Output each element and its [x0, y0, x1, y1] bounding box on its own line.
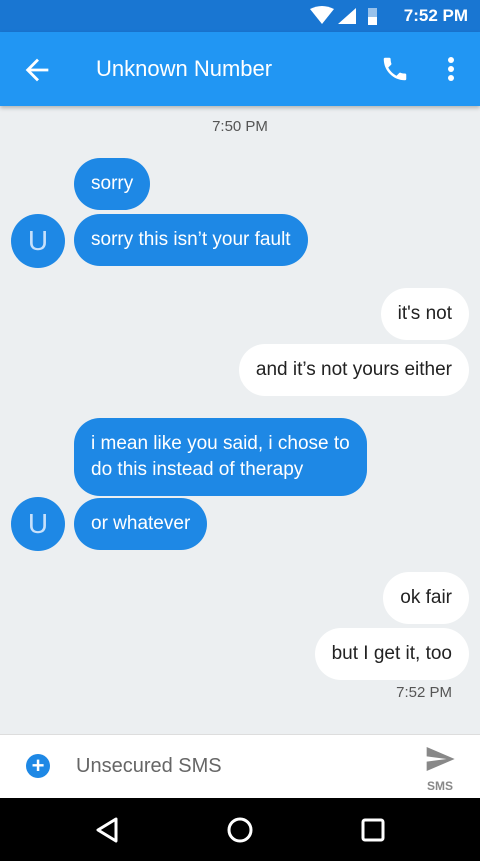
wifi-icon: [310, 6, 334, 24]
message-incoming[interactable]: or whatever: [74, 498, 208, 550]
nav-recents-button[interactable]: [355, 812, 391, 848]
status-time: 7:52 PM: [403, 6, 468, 25]
send-button[interactable]: SMS: [414, 741, 466, 795]
compose-bar: + Unsecured SMS SMS: [0, 734, 480, 798]
phone-icon: [383, 57, 407, 81]
contact-avatar[interactable]: U: [11, 497, 65, 551]
navigation-bar: [0, 798, 480, 861]
message-line: i mean like you said, i chose to: [91, 433, 350, 454]
message-outgoing[interactable]: ok fair: [383, 572, 469, 624]
message-timestamp: 7:50 PM: [212, 118, 268, 135]
more-options-button[interactable]: [440, 54, 462, 84]
circle-home-icon: [227, 817, 253, 843]
status-bar: 7:52 PM: [0, 0, 480, 32]
triangle-back-icon: [96, 817, 118, 843]
message-input[interactable]: Unsecured SMS: [76, 755, 222, 778]
nav-home-button[interactable]: [222, 812, 258, 848]
send-type-label: SMS: [426, 779, 453, 793]
message-incoming[interactable]: i mean like you said, i chose to do this…: [74, 418, 367, 496]
add-attachment-button[interactable]: +: [26, 754, 50, 778]
back-button[interactable]: [20, 53, 54, 87]
signal-wifi-battery-icons: [310, 6, 377, 25]
message-line: do this instead of therapy: [91, 459, 304, 480]
plus-icon: +: [31, 753, 45, 778]
message-incoming[interactable]: sorry: [74, 158, 151, 210]
status-icons: [308, 6, 392, 26]
message-outgoing[interactable]: it's not: [380, 288, 469, 340]
cell-signal-icon: [338, 8, 356, 24]
nav-back-button[interactable]: [90, 812, 126, 848]
conversation-title: Unknown Number: [96, 56, 273, 81]
message-timestamp: 7:52 PM: [396, 684, 452, 701]
message-outgoing[interactable]: but I get it, too: [314, 628, 469, 680]
square-recents-icon: [361, 818, 385, 842]
contact-avatar[interactable]: U: [11, 214, 65, 268]
message-outgoing[interactable]: and it’s not yours either: [238, 344, 469, 396]
call-button[interactable]: [380, 54, 410, 84]
app-bar: Unknown Number: [0, 32, 480, 106]
arrow-back-icon: [25, 58, 49, 82]
send-icon: [426, 747, 455, 771]
more-vert-icon: [448, 57, 454, 81]
message-incoming[interactable]: sorry this isn’t your fault: [74, 214, 308, 266]
